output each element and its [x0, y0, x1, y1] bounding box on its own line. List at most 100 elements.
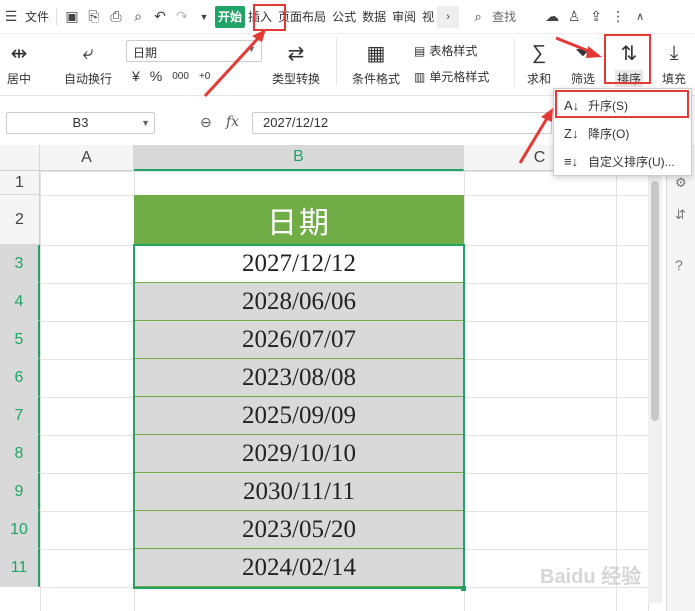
- fill-down-icon: ⤓: [669, 41, 679, 64]
- wrap-text-icon: ⤶: [82, 41, 94, 64]
- select-all-corner[interactable]: [0, 145, 40, 171]
- row-header[interactable]: 3: [0, 245, 40, 283]
- collapse-icon[interactable]: ∧: [629, 6, 651, 28]
- grid-line: [464, 171, 465, 611]
- date-cell[interactable]: 2028/06/06: [134, 283, 464, 321]
- row-header[interactable]: 1: [0, 171, 40, 195]
- merge-icon: ⇹: [10, 42, 28, 65]
- print-icon[interactable]: ⎙: [105, 6, 127, 28]
- ribbon-toolbar: ⇹ 居中 ⤶ 自动换行 日期 ▼ ¥ % 000 +0 ⇄ 类型转换 ▦ 条件格…: [0, 34, 695, 96]
- convert-icon: ⇄: [287, 42, 305, 65]
- transform-icon[interactable]: ⇵: [675, 207, 686, 223]
- cloud-icon[interactable]: ☁: [541, 6, 563, 28]
- zoom-icon[interactable]: ⊖: [200, 114, 212, 131]
- menu-bar: ☰ 文件 ▣ ⎘ ⎙ ⌕ ↶ ↷ ▼ 开始 插入 页面布局 公式 数据 审阅 视…: [0, 0, 695, 34]
- date-cell[interactable]: 2023/08/08: [134, 359, 464, 397]
- date-cell[interactable]: 2025/09/09: [134, 397, 464, 435]
- save-icon[interactable]: ▣: [61, 6, 83, 28]
- tab-page-layout[interactable]: 页面布局: [275, 5, 329, 29]
- help-icon[interactable]: ?: [675, 257, 683, 273]
- vertical-scrollbar[interactable]: [648, 171, 662, 603]
- cell-style-button[interactable]: ▥ 单元格样式: [414, 68, 489, 85]
- chevron-down-icon: ▼: [247, 44, 256, 54]
- filter-icon: ⏷: [575, 41, 591, 64]
- grid-line: [616, 171, 617, 611]
- settings-icon[interactable]: ⚙: [675, 175, 687, 191]
- custom-sort-icon: ≡↓: [564, 153, 579, 169]
- decimal-button[interactable]: +0: [199, 71, 210, 82]
- sum-button[interactable]: ∑ 求和: [522, 40, 556, 87]
- row-header[interactable]: 9: [0, 473, 40, 511]
- row-header[interactable]: 5: [0, 321, 40, 359]
- date-cell[interactable]: 2027/12/12: [134, 245, 464, 283]
- more-icon[interactable]: ⋮: [607, 6, 629, 28]
- row-header[interactable]: 7: [0, 397, 40, 435]
- grid-line: [40, 171, 41, 611]
- tab-review[interactable]: 审阅: [389, 5, 419, 29]
- column-header-b[interactable]: B: [134, 145, 464, 171]
- tab-formula[interactable]: 公式: [329, 5, 359, 29]
- table-style-button[interactable]: ▤ 表格样式: [414, 42, 477, 59]
- wrap-text-button[interactable]: ⤶ 自动换行: [60, 40, 116, 87]
- row-header[interactable]: 8: [0, 435, 40, 473]
- table-grid-icon: ▦: [366, 42, 386, 65]
- date-cell[interactable]: 2029/10/10: [134, 435, 464, 473]
- chevron-right-icon[interactable]: ›: [437, 5, 460, 28]
- fill-handle[interactable]: [461, 586, 466, 591]
- type-convert-button[interactable]: ⇄ 类型转换: [266, 40, 326, 87]
- date-cell[interactable]: 2023/05/20: [134, 511, 464, 549]
- watermark: Baidu 经验: [540, 566, 642, 588]
- undo-icon[interactable]: ↶: [149, 6, 171, 28]
- side-panel: ⚙ ⇵ ?: [666, 145, 695, 611]
- name-box[interactable]: B3 ▼: [6, 112, 155, 134]
- sort-ascending-item[interactable]: A↓ 升序(S): [557, 92, 690, 118]
- currency-button[interactable]: ¥: [132, 68, 140, 84]
- spreadsheet-grid: A B C 1 2 3 4 5 6 7 8 9 10 11 日期 2027/12…: [0, 145, 665, 611]
- row-header[interactable]: 11: [0, 549, 40, 587]
- share-icon[interactable]: ⇪: [585, 6, 607, 28]
- row-header[interactable]: 2: [0, 195, 40, 245]
- tab-insert[interactable]: 插入: [245, 5, 275, 29]
- sort-descending-item[interactable]: Z↓ 降序(O): [557, 120, 690, 146]
- filter-button[interactable]: ⏷ 筛选: [566, 40, 600, 87]
- custom-sort-item[interactable]: ≡↓ 自定义排序(U)...: [557, 148, 690, 174]
- user-icon[interactable]: ♙: [563, 6, 585, 28]
- sort-ascending-icon: A↓: [564, 97, 580, 113]
- percent-button[interactable]: %: [150, 68, 162, 84]
- sort-button[interactable]: ⇅ 排序: [610, 40, 648, 87]
- row-header[interactable]: 4: [0, 283, 40, 321]
- date-cell[interactable]: 2024/02/14: [134, 549, 464, 587]
- formula-input[interactable]: 2027/12/12: [252, 112, 552, 134]
- tab-view[interactable]: 视: [419, 5, 437, 29]
- thousands-button[interactable]: 000: [172, 71, 189, 82]
- row-header[interactable]: 6: [0, 359, 40, 397]
- search-icon[interactable]: ⌕: [467, 6, 489, 28]
- fx-icon[interactable]: fx: [226, 114, 239, 130]
- tab-data[interactable]: 数据: [359, 5, 389, 29]
- column-header-a[interactable]: A: [40, 145, 134, 171]
- divider: [56, 8, 58, 25]
- hamburger-icon[interactable]: ☰: [0, 6, 22, 28]
- sigma-icon: ∑: [531, 41, 547, 64]
- scrollbar-thumb[interactable]: [651, 181, 659, 421]
- header-cell-date[interactable]: 日期: [134, 195, 464, 245]
- redo-icon[interactable]: ↷: [171, 6, 193, 28]
- date-cell[interactable]: 2030/11/11: [134, 473, 464, 511]
- sort-ascending-icon: ⇅: [620, 42, 638, 65]
- merge-center-button[interactable]: ⇹ 居中: [0, 40, 44, 87]
- row-header[interactable]: 10: [0, 511, 40, 549]
- divider: [336, 38, 337, 86]
- file-menu[interactable]: 文件: [22, 5, 52, 29]
- conditional-format-button[interactable]: ▦ 条件格式: [346, 40, 406, 87]
- chevron-down-icon: ▼: [141, 118, 150, 128]
- tab-home[interactable]: 开始: [215, 5, 246, 28]
- number-format-buttons: ¥ % 000 +0: [132, 68, 210, 84]
- export-icon[interactable]: ⎘: [83, 6, 105, 28]
- date-cell[interactable]: 2026/07/07: [134, 321, 464, 359]
- number-format-select[interactable]: 日期 ▼: [126, 40, 262, 62]
- fill-button[interactable]: ⤓ 填充: [655, 40, 693, 87]
- sort-descending-icon: Z↓: [564, 125, 579, 141]
- chevron-down-icon[interactable]: ▼: [193, 6, 215, 28]
- preview-icon[interactable]: ⌕: [127, 6, 149, 28]
- search-label[interactable]: 查找: [489, 5, 519, 29]
